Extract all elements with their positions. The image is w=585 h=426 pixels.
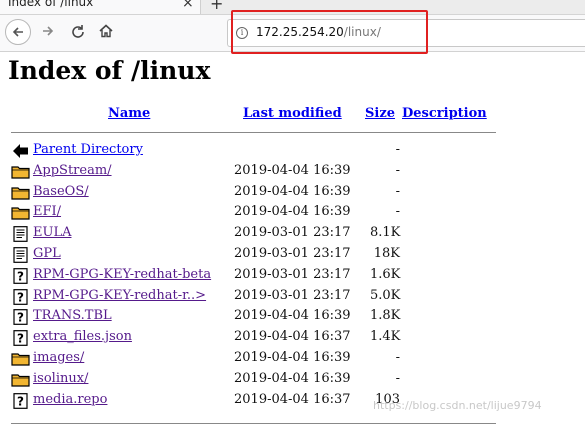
folder-icon	[11, 372, 31, 388]
file-link[interactable]: BaseOS/	[33, 184, 89, 199]
last-modified-cell: 2019-04-04 16:39	[234, 204, 351, 220]
size-cell: -	[395, 370, 400, 386]
text-file-icon	[11, 226, 31, 243]
last-modified-cell: 2019-04-04 16:39	[234, 183, 351, 199]
list-item: EFI/2019-04-04 16:39 -	[8, 203, 585, 223]
file-link[interactable]: AppStream/	[33, 163, 112, 178]
folder-icon	[11, 164, 31, 180]
file-link[interactable]: extra_files.json	[33, 329, 132, 344]
unknown-file-icon: ?	[11, 309, 31, 326]
folder-icon	[11, 205, 31, 221]
file-link[interactable]: images/	[33, 350, 84, 365]
size-cell: 8.1K	[370, 225, 401, 241]
list-item: ? RPM-GPG-KEY-redhat-r..> 2019-03-01 23:17…	[8, 287, 585, 307]
page-title: Index of /linux	[8, 56, 211, 85]
forward-button[interactable]	[38, 21, 58, 41]
sort-by-description-link[interactable]: Description	[402, 106, 487, 121]
reload-icon	[72, 25, 84, 38]
footer-divider	[11, 423, 496, 424]
last-modified-cell: 2019-04-04 16:39	[234, 350, 351, 365]
size-cell: -	[395, 142, 400, 157]
list-item: AppStream/2019-04-04 16:39 -	[8, 162, 585, 182]
size-cell: 5.0K	[370, 287, 401, 303]
reload-button[interactable]	[68, 21, 88, 41]
size-cell: -	[395, 350, 400, 365]
parent-directory-icon	[11, 143, 31, 159]
text-file-icon	[11, 247, 31, 263]
list-item: ? RPM-GPG-KEY-redhat-beta 2019-03-01 23:17…	[8, 266, 585, 286]
list-item: images/2019-04-04 16:39 -	[8, 349, 585, 369]
list-item: Parent Directory -	[8, 141, 585, 161]
file-link[interactable]: media.repo	[33, 392, 107, 407]
size-cell: 1.4K	[370, 329, 401, 345]
last-modified-cell: 2019-04-04 16:39	[234, 370, 351, 386]
file-link[interactable]: TRANS.TBL	[33, 308, 112, 323]
unknown-file-icon: ?	[11, 288, 31, 305]
svg-text:?: ?	[17, 394, 24, 408]
unknown-file-icon: ?	[11, 330, 31, 347]
home-button[interactable]	[96, 21, 116, 41]
last-modified-cell: 2019-03-01 23:17	[234, 287, 351, 303]
file-link[interactable]: RPM-GPG-KEY-redhat-beta	[33, 267, 211, 282]
new-tab-button[interactable]: +	[210, 0, 223, 13]
file-link[interactable]: GPL	[33, 246, 61, 261]
file-link[interactable]: EFI/	[33, 204, 61, 219]
last-modified-cell: 2019-04-04 16:37	[234, 329, 351, 345]
folder-icon	[11, 351, 31, 367]
svg-text:?: ?	[17, 269, 24, 283]
file-link[interactable]: EULA	[33, 225, 71, 240]
forward-arrow-icon	[43, 26, 54, 36]
back-arrow-icon	[12, 27, 23, 37]
file-link[interactable]: Parent Directory	[33, 142, 143, 157]
list-item: BaseOS/2019-04-04 16:39 -	[8, 183, 585, 203]
last-modified-cell: 2019-03-01 23:17	[234, 225, 351, 241]
last-modified-cell: 2019-04-04 16:37	[234, 391, 351, 407]
unknown-file-icon: ?	[11, 267, 31, 284]
last-modified-cell: 2019-04-04 16:39	[234, 162, 351, 178]
size-cell: 1.8K	[370, 308, 401, 324]
folder-icon	[11, 185, 31, 201]
last-modified-cell: 2019-04-04 16:39	[234, 308, 351, 324]
active-tab[interactable]: Index of /linux ×	[0, 0, 201, 14]
column-headers: Name Last modified Size Description	[8, 106, 585, 126]
size-cell: 18K	[373, 246, 400, 261]
last-modified-cell: 2019-03-01 23:17	[234, 246, 351, 261]
list-item: EULA 2019-03-01 23:17 8.1K	[8, 224, 585, 244]
size-cell: -	[395, 204, 400, 220]
watermark: https://blog.csdn.net/lijue9794	[373, 399, 542, 412]
header-divider	[11, 132, 496, 133]
sort-by-last-modified-link[interactable]: Last modified	[243, 106, 342, 121]
list-item: ? TRANS.TBL 2019-04-04 16:39 1.8K	[8, 307, 585, 327]
last-modified-cell: 2019-03-01 23:17	[234, 266, 351, 282]
svg-text:?: ?	[17, 311, 24, 325]
svg-text:?: ?	[17, 332, 24, 346]
home-icon	[99, 24, 113, 38]
back-button[interactable]	[5, 19, 31, 45]
sort-by-name-link[interactable]: Name	[108, 106, 150, 121]
unknown-file-icon: ?	[11, 392, 31, 409]
sort-by-size-link[interactable]: Size	[365, 106, 395, 121]
svg-text:?: ?	[17, 290, 24, 304]
tab-title: Index of /linux	[8, 0, 94, 9]
size-cell: 1.6K	[370, 266, 401, 282]
size-cell: -	[395, 183, 400, 199]
list-item: ? extra_files.json 2019-04-04 16:37 1.4K	[8, 328, 585, 348]
file-link[interactable]: RPM-GPG-KEY-redhat-r..>	[33, 288, 206, 303]
list-item: GPL 2019-03-01 23:17 18K	[8, 245, 585, 265]
tab-close-button[interactable]: ×	[182, 0, 194, 12]
list-item: isolinux/2019-04-04 16:39 -	[8, 370, 585, 390]
size-cell: -	[395, 162, 400, 178]
highlight-box	[231, 10, 428, 54]
file-link[interactable]: isolinux/	[33, 371, 88, 386]
